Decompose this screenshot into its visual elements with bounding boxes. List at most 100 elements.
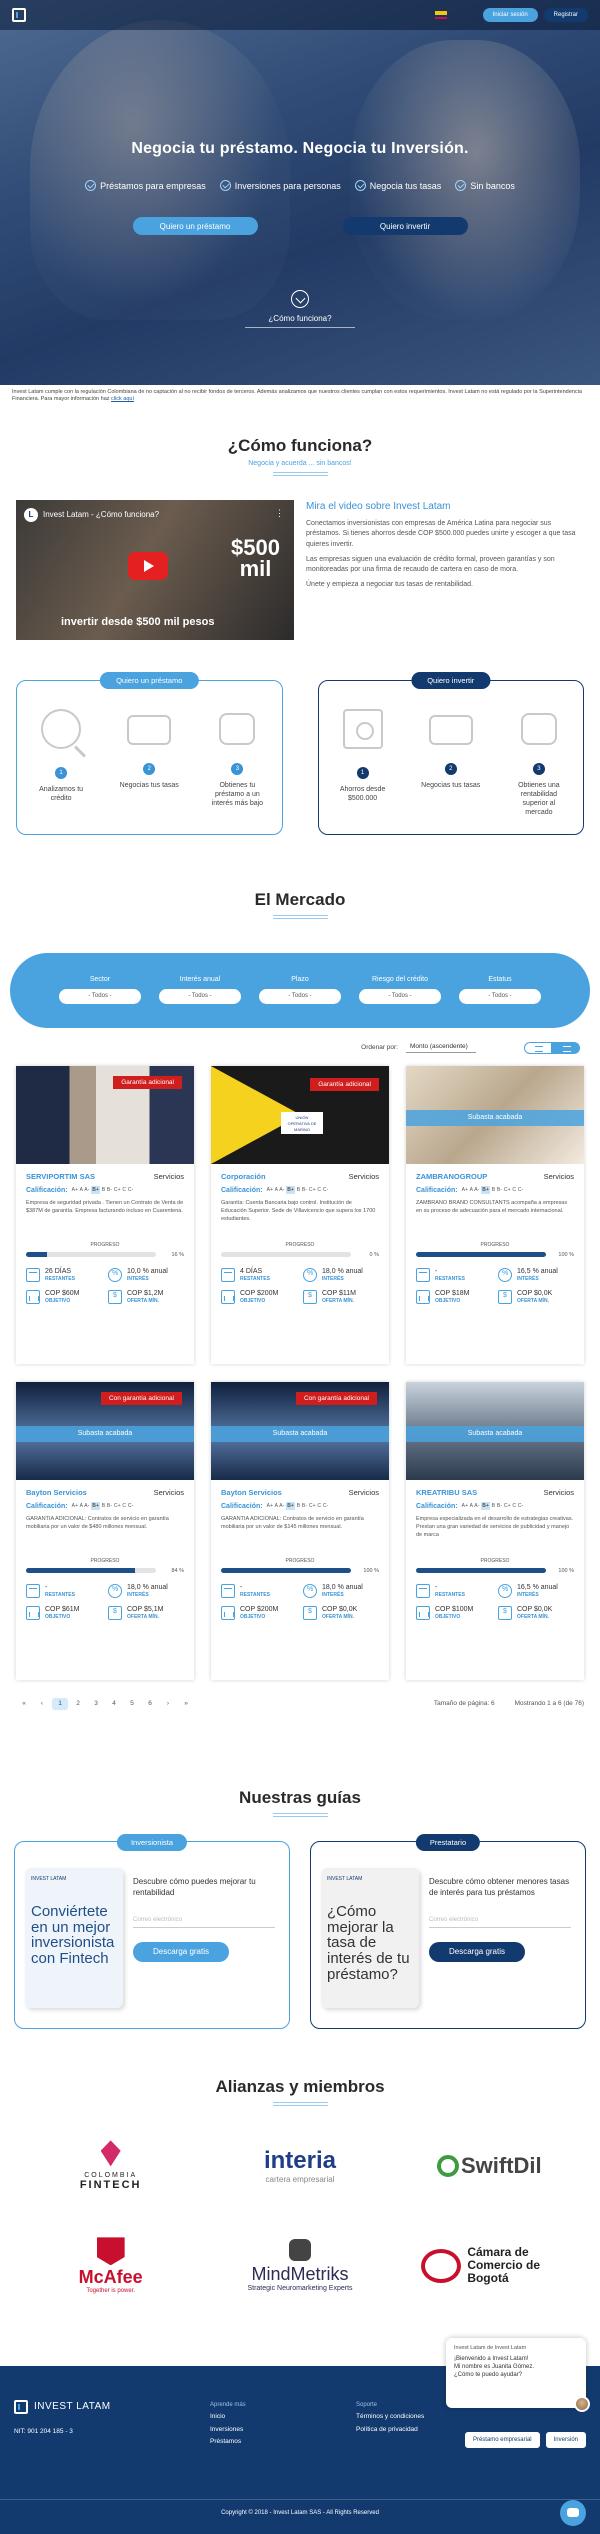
card-image[interactable]: Con garantía adicional Subasta acabada	[16, 1381, 194, 1480]
page-link[interactable]: 1	[52, 1697, 68, 1710]
camara-comercio-logo[interactable]: Cámara de Comercio de Bogotá	[395, 2236, 584, 2296]
email-field[interactable]: Correo electrónico	[429, 1912, 571, 1928]
footer-link[interactable]: Política de privacidad	[356, 2424, 424, 2436]
auction-ended-banner: Subasta acabada	[211, 1425, 389, 1442]
flag-icon[interactable]	[434, 11, 447, 19]
download-button[interactable]: Descarga gratis	[133, 1941, 229, 1962]
sort-select[interactable]: Monto (ascendente)	[406, 1043, 476, 1053]
card-image[interactable]: UNIÓN OPERATIVA DE MARINO Garantía adicio…	[211, 1065, 389, 1164]
invest-steps-label[interactable]: Quiero invertir	[411, 671, 491, 689]
page-link[interactable]: 5	[124, 1698, 140, 1710]
hero-check: Sin bancos	[455, 180, 515, 191]
credit-rating: Calificación: A+ A A- B+ B B- C+ C C-	[416, 1502, 524, 1511]
hero-invest-button[interactable]: Quiero invertir	[342, 217, 468, 235]
chat-icon[interactable]	[560, 2499, 586, 2526]
credit-rating: Calificación: A+ A A- B+ B B- C+ C C-	[26, 1502, 134, 1511]
filter-select[interactable]: - Todos -	[259, 989, 341, 1005]
cash-icon	[108, 1605, 122, 1620]
loan-card[interactable]: Con garantía adicional Subasta acabada Bay…	[16, 1381, 194, 1680]
hero-title: Negocia tu préstamo. Negocia tu Inversió…	[131, 140, 469, 157]
filter-select[interactable]: - Todos -	[59, 989, 141, 1005]
hero-loan-button[interactable]: Quiero un préstamo	[132, 217, 258, 235]
loan-card[interactable]: Subasta acabada KREATRIBU SAS Servicios Cal…	[406, 1381, 584, 1680]
page-link[interactable]: ›	[160, 1698, 176, 1710]
mindmetriks-logo[interactable]: MindMetriks Strategic Neuromarketing Exp…	[205, 2236, 394, 2296]
stat-goal: COP $18M OBJETIVO	[416, 1289, 492, 1304]
company-name[interactable]: Bayton Servicios	[26, 1488, 87, 1497]
video-player[interactable]: L Invest Latam - ¿Cómo funciona? ⋮ $500 …	[16, 499, 294, 640]
step: 2 Negocias tus tasas	[119, 709, 179, 808]
credit-rating: Calificación: A+ A A- B+ B B- C+ C C-	[416, 1186, 524, 1195]
calendar-icon	[416, 1583, 430, 1598]
page-link[interactable]: 4	[106, 1698, 122, 1710]
filter-select[interactable]: - Todos -	[459, 989, 541, 1005]
footer-link[interactable]: Términos y condiciones	[356, 2411, 424, 2423]
company-sector: Servicios	[348, 1171, 379, 1181]
company-name[interactable]: KREATRIBU SAS	[416, 1488, 477, 1497]
percent-icon	[303, 1583, 317, 1598]
calendar-icon	[416, 1267, 430, 1282]
chevron-down-icon[interactable]	[291, 290, 309, 308]
card-description: ZAMBRANO BRAND CONSULTANTS acompaña a em…	[416, 1199, 568, 1214]
footer-link[interactable]: Inicio	[210, 2411, 246, 2423]
company-name[interactable]: Corporación	[221, 1172, 266, 1181]
investment-button[interactable]: Inversión	[545, 2431, 586, 2448]
filter-select[interactable]: - Todos -	[159, 989, 241, 1005]
interia-logo[interactable]: interia cartera empresarial	[205, 2136, 394, 2196]
regulation-link[interactable]: click aquí	[111, 396, 134, 402]
percent-icon	[108, 1583, 122, 1598]
logo-icon[interactable]	[12, 8, 26, 22]
page-link[interactable]: »	[178, 1698, 194, 1710]
page-link[interactable]: «	[16, 1698, 32, 1710]
download-button[interactable]: Descarga gratis	[429, 1941, 525, 1962]
guarantee-badge: Con garantía adicional	[295, 1391, 377, 1405]
sort-label: Ordenar por:	[361, 1044, 398, 1052]
video-paragraph: Las empresas siguen una evaluación de cr…	[306, 555, 555, 573]
loan-card[interactable]: Subasta acabada ZAMBRANOGROUP Servicios Cal…	[406, 1065, 584, 1364]
credit-rating: Calificación: A+ A A- B+ B B- C+ C C-	[221, 1502, 329, 1511]
more-icon[interactable]: ⋮	[275, 508, 284, 519]
page-link[interactable]: 3	[88, 1698, 104, 1710]
filter-status: Estatus - Todos -	[459, 976, 541, 1005]
loan-card[interactable]: Con garantía adicional Subasta acabada Bay…	[211, 1381, 389, 1680]
login-button[interactable]: Iniciar sesión	[482, 8, 538, 22]
card-image[interactable]: Subasta acabada	[406, 1381, 584, 1480]
filter-select[interactable]: - Todos -	[359, 989, 441, 1005]
footer-logo[interactable]: INVEST LATAM	[14, 2399, 111, 2414]
video-paragraph: Conectamos inversionistas con empresas d…	[306, 520, 576, 548]
avatar	[574, 2395, 590, 2412]
card-image[interactable]: Subasta acabada	[406, 1065, 584, 1164]
business-loan-button[interactable]: Préstamo empresarial	[464, 2431, 540, 2448]
email-field[interactable]: Correo electrónico	[133, 1912, 275, 1928]
swiftdil-logo[interactable]: SwiftDil	[395, 2136, 584, 2196]
company-sector: Servicios	[153, 1171, 184, 1181]
progress-percent: 100 %	[363, 1567, 379, 1574]
page-link[interactable]: ‹	[34, 1698, 50, 1710]
chat-popup[interactable]: Invest Latam de Invest Latam ¡Bienvenido…	[446, 2337, 590, 2412]
play-icon[interactable]	[128, 551, 168, 580]
stat-goal: COP $100M OBJETIVO	[416, 1605, 492, 1620]
how-it-works-link[interactable]: ¿Cómo funciona?	[0, 290, 600, 328]
register-button[interactable]: Registrar	[543, 8, 588, 22]
page-link[interactable]: 6	[142, 1698, 158, 1710]
stat-remaining: 4 DÍAS RESTANTES	[221, 1267, 297, 1282]
loan-card[interactable]: Garantía adicional SERVIPORTIM SAS Servici…	[16, 1065, 194, 1364]
footer-link[interactable]: Préstamos	[210, 2436, 246, 2448]
colombia-fintech-logo[interactable]: COLOMBIA FINTECH	[16, 2136, 205, 2196]
list-view-icon[interactable]	[524, 1041, 552, 1054]
company-name[interactable]: ZAMBRANOGROUP	[416, 1172, 487, 1181]
loan-card[interactable]: UNIÓN OPERATIVA DE MARINO Garantía adicio…	[211, 1065, 389, 1364]
company-name[interactable]: Bayton Servicios	[221, 1488, 282, 1497]
loan-steps-label[interactable]: Quiero un préstamo	[100, 671, 199, 689]
guide-cover-title: Conviértete en un mejor inversionista co…	[31, 1902, 115, 1968]
footer-link[interactable]: Inversiones	[210, 2424, 246, 2436]
card-image[interactable]: Garantía adicional	[16, 1065, 194, 1164]
page-link[interactable]: 2	[70, 1698, 86, 1710]
card-image[interactable]: Con garantía adicional Subasta acabada	[211, 1381, 389, 1480]
guide-cover-title: ¿Cómo mejorar la tasa de interés de tu p…	[327, 1902, 410, 1983]
mcafee-logo[interactable]: McAfee Together is power.	[16, 2236, 205, 2296]
company-name[interactable]: SERVIPORTIM SAS	[26, 1172, 95, 1181]
grid-view-icon[interactable]	[552, 1041, 580, 1054]
page-size-select[interactable]: 6	[491, 1700, 495, 1707]
calendar-icon	[26, 1267, 40, 1282]
